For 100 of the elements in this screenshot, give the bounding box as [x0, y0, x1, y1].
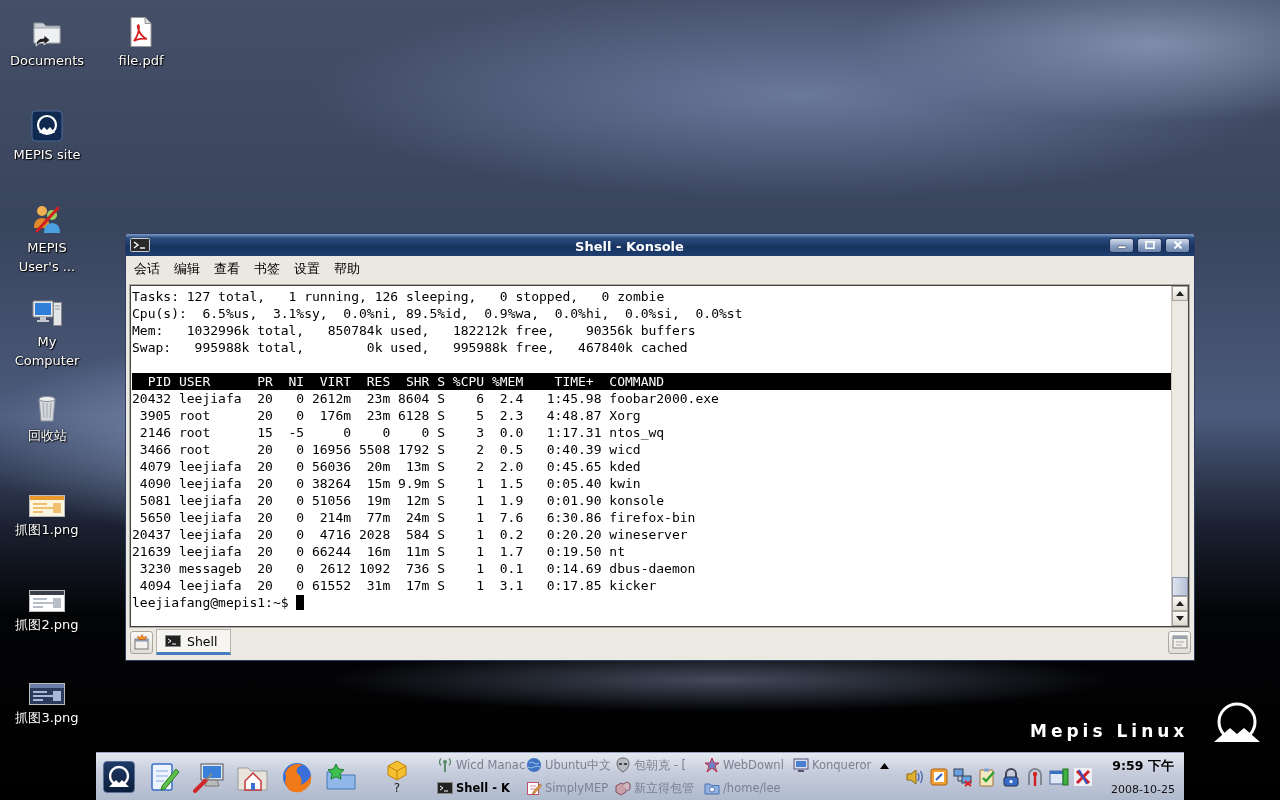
logo-icon[interactable]	[31, 110, 63, 142]
speaker-icon[interactable]	[905, 766, 925, 787]
table-cell: leejiafa	[178, 509, 242, 526]
table-cell: 24m	[405, 509, 430, 526]
scroll-down-button[interactable]	[1172, 611, 1188, 626]
antenna-icon	[437, 757, 453, 773]
table-cell: 12m	[405, 492, 430, 509]
screenshot-thumbnail-icon[interactable]	[29, 495, 65, 517]
table-cell: S	[437, 475, 445, 492]
icon-label[interactable]: 抓图2.png	[7, 615, 87, 634]
table-cell: leejiafa	[178, 577, 242, 594]
table-cell: 0	[296, 509, 305, 526]
icon-label[interactable]: file.pdf	[101, 51, 181, 70]
table-cell: 4094	[139, 577, 172, 594]
icon-label[interactable]: MEPIS site	[7, 145, 87, 164]
window-star-icon	[133, 634, 150, 650]
menu-item[interactable]: 会话	[127, 258, 167, 281]
menu-item[interactable]: 书签	[247, 258, 287, 281]
table-cell: 0:17.85	[546, 577, 602, 594]
tab[interactable]: Shell	[156, 629, 231, 655]
table-cell: messageb	[178, 560, 242, 577]
screenshot-thumbnail-icon[interactable]	[29, 590, 65, 612]
icon-label[interactable]: MEPIS User's ...	[7, 238, 87, 276]
table-cell: 0.5	[499, 441, 524, 458]
computer-icon[interactable]	[31, 297, 63, 329]
table-cell: 0	[421, 424, 430, 441]
globe-icon[interactable]	[280, 760, 314, 793]
table-cell: 11m	[405, 543, 430, 560]
table-cell: 6128	[398, 407, 430, 424]
scroll-up-button[interactable]	[1172, 286, 1188, 301]
users-icon[interactable]	[31, 203, 63, 235]
network-icon[interactable]	[953, 766, 973, 787]
table-cell: 1	[476, 509, 485, 526]
caret-up-icon[interactable]	[880, 763, 889, 769]
antenna-icon[interactable]	[1025, 766, 1045, 787]
table-cell: 20	[257, 509, 273, 526]
table-cell: 4:48.87	[546, 407, 602, 424]
table-cell: 2.3	[499, 407, 524, 424]
cross-icon[interactable]	[1073, 766, 1093, 787]
screenshot-thumbnail-icon[interactable]	[29, 683, 65, 705]
icon-label[interactable]: 抓图3.png	[7, 708, 87, 727]
icon-label[interactable]: My Computer	[7, 332, 87, 370]
table-cell: 1.7	[499, 543, 524, 560]
monitor-icon	[793, 757, 809, 773]
table-cell: 2.0	[499, 458, 524, 475]
table-cell: 0	[296, 543, 305, 560]
icon-label[interactable]: 回收站	[7, 426, 87, 445]
table-cell: 20432	[132, 390, 172, 407]
package-icon	[615, 780, 631, 796]
table-cell: 20	[257, 492, 273, 509]
table-cell: 3466	[139, 441, 172, 458]
column-header: S	[437, 373, 445, 390]
table-cell: firefox-bin	[609, 509, 696, 526]
minimize-button[interactable]	[1109, 237, 1134, 253]
table-cell: 20	[257, 560, 273, 577]
checklist-icon[interactable]	[977, 766, 997, 787]
window-icon[interactable]	[1049, 766, 1069, 787]
column-header: SHR	[405, 373, 430, 390]
scrollbar-thumb[interactable]	[1172, 577, 1188, 596]
icon-label[interactable]: 抓图1.png	[7, 520, 87, 539]
table-cell: S	[437, 560, 445, 577]
menu-item[interactable]: 查看	[207, 258, 247, 281]
table-cell: 1	[476, 577, 485, 594]
note-icon[interactable]	[929, 766, 949, 787]
window-icon	[1171, 635, 1188, 649]
applet-label[interactable]: ?	[393, 780, 401, 795]
table-cell: 0	[296, 492, 305, 509]
table-cell: 0:19.50	[546, 543, 602, 560]
maximize-button[interactable]	[1137, 237, 1162, 253]
icon-label[interactable]: Documents	[7, 51, 87, 70]
table-cell: 0	[343, 424, 352, 441]
new-tab-button[interactable]	[130, 630, 153, 654]
table-cell: 0:14.69	[546, 560, 602, 577]
menu-item[interactable]: 设置	[287, 258, 327, 281]
menu-item[interactable]: 编辑	[167, 258, 207, 281]
table-cell: 0:40.39	[546, 441, 602, 458]
scroll-up-button[interactable]	[1172, 596, 1188, 611]
close-icon	[1172, 241, 1183, 249]
terminal-icon	[165, 633, 181, 649]
clock-time[interactable]: 9:59 下午	[1112, 757, 1174, 775]
table-cell: 20437	[132, 526, 172, 543]
table-cell: 2612m	[311, 390, 352, 407]
table-cell: 2146	[139, 424, 172, 441]
lock-icon[interactable]	[1001, 766, 1021, 787]
terminal-icon[interactable]	[130, 238, 150, 252]
notepad-icon[interactable]	[148, 760, 182, 793]
table-cell: 20	[257, 475, 273, 492]
clock-date[interactable]: 2008-10-25	[1111, 782, 1175, 796]
menu-item[interactable]: 帮助	[327, 258, 367, 281]
monitor-screwdriver-icon[interactable]	[192, 760, 226, 793]
table-cell: 8604	[398, 390, 430, 407]
table-cell: leejiafa	[178, 492, 242, 509]
start-menu-button[interactable]	[103, 760, 135, 793]
column-header: RES	[366, 373, 391, 390]
table-cell: 77m	[366, 509, 391, 526]
column-header: NI	[288, 373, 305, 390]
table-cell: 5	[476, 407, 485, 424]
close-button[interactable]	[1165, 237, 1190, 253]
task-button[interactable]: Shell - K	[435, 777, 512, 799]
table-cell: 1092	[358, 560, 391, 577]
